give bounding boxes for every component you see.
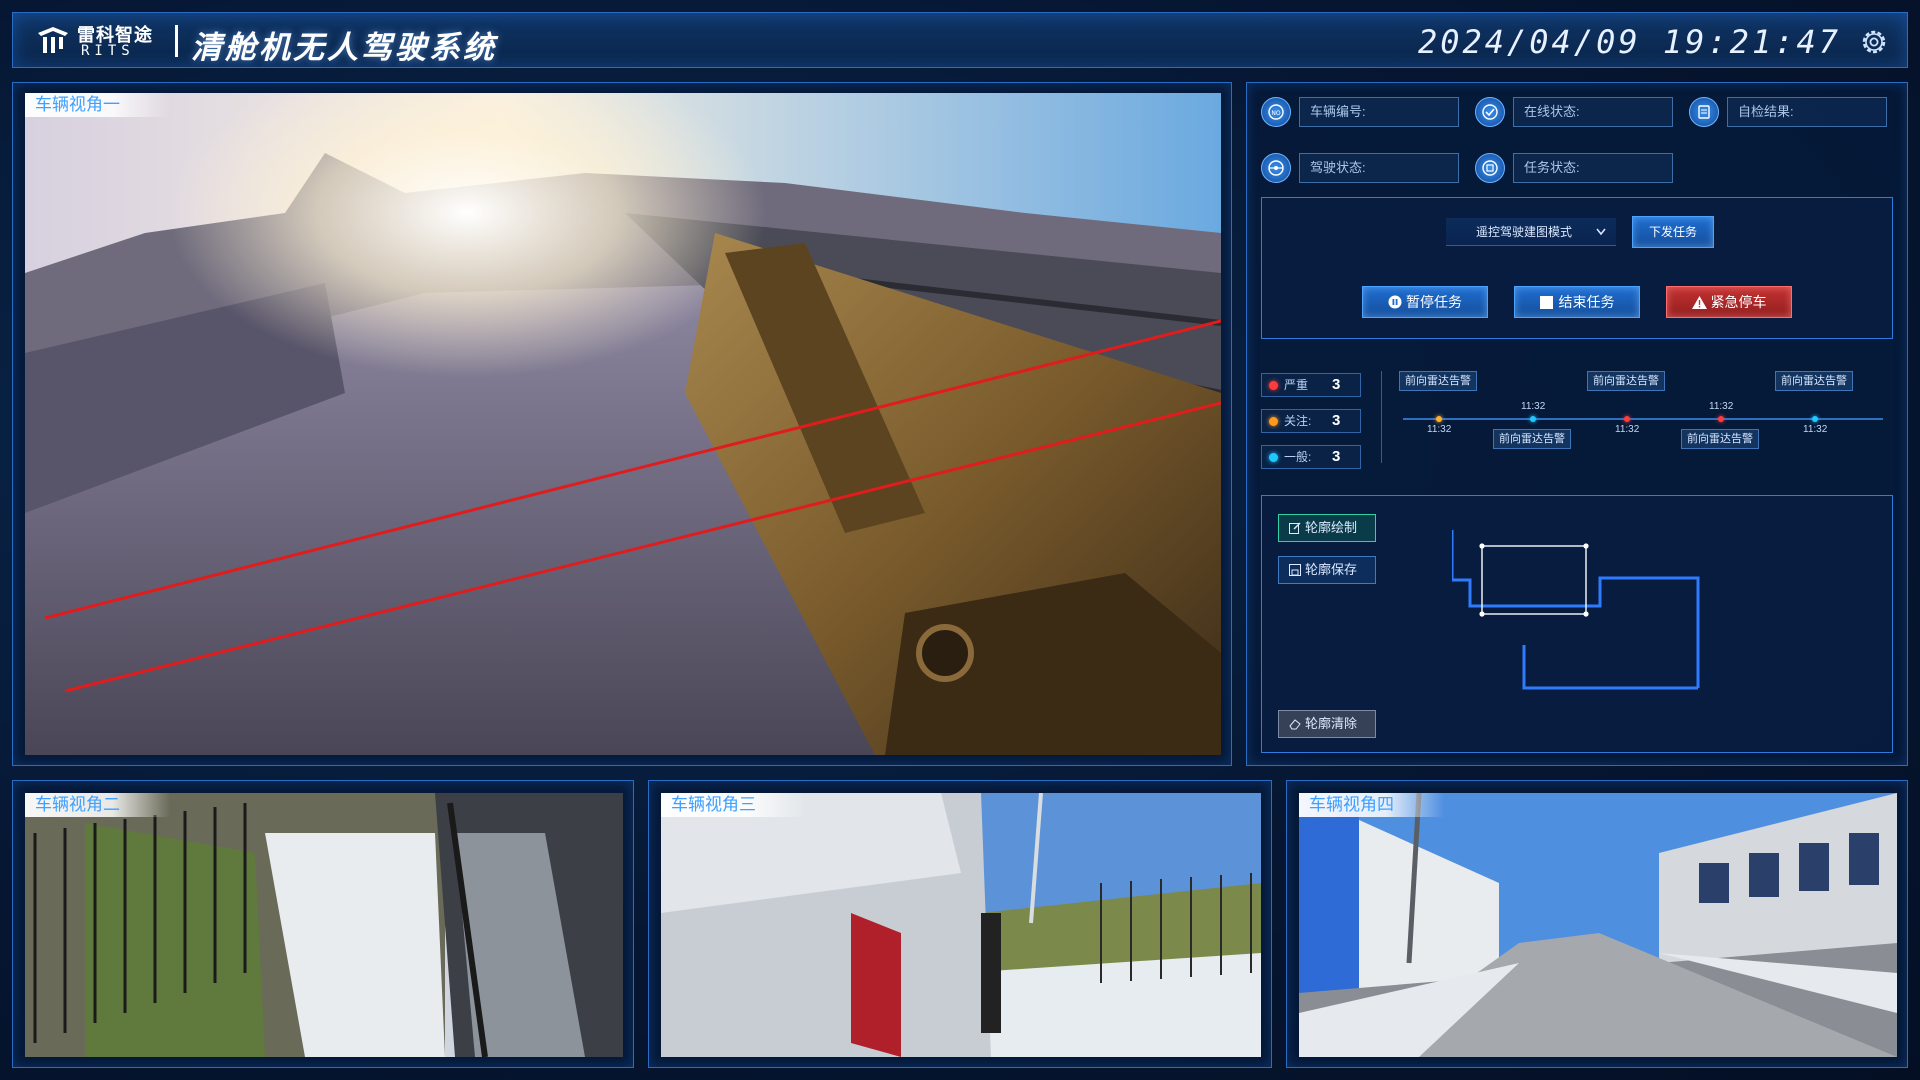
alarm-level-label: 关注: [1284, 414, 1312, 428]
self-check-icon [1689, 97, 1719, 127]
alarm-level-label: 严重 [1284, 378, 1309, 392]
contour-save-label: 轮廓保存 [1305, 562, 1358, 577]
contour-clear-label: 轮廓清除 [1305, 716, 1358, 731]
chevron-down-icon [1596, 228, 1606, 236]
contour-box: 轮廓绘制 轮廓保存 轮廓清除 [1261, 495, 1893, 753]
end-task-button[interactable]: 结束任务 [1514, 286, 1640, 318]
timeline-time: 11:32 [1709, 401, 1734, 412]
selection-handle[interactable] [1583, 611, 1589, 617]
logo-text-en: RITS [81, 43, 135, 59]
svg-text:NO: NO [1271, 110, 1280, 117]
camera-image-2 [25, 793, 623, 1057]
selection-handle[interactable] [1583, 543, 1589, 549]
contour-canvas[interactable] [1452, 530, 1762, 740]
mode-dropdown-value: 遥控驾驶建图模式 [1476, 225, 1573, 239]
task-status-field: 任务状态: [1513, 153, 1673, 183]
dispatch-task-button[interactable]: 下发任务 [1632, 216, 1714, 248]
camera-feed-3[interactable]: 车辆视角三 [661, 793, 1261, 1057]
selection-handle[interactable] [1479, 611, 1485, 617]
timeline-time: 11:32 [1427, 424, 1452, 435]
alarm-level-count: 3 [1332, 412, 1341, 429]
alarm-level-item[interactable]: 一般: 3 [1261, 445, 1361, 469]
task-control-box: 遥控驾驶建图模式 下发任务 暂停任务 结束任务 紧急停车 [1261, 197, 1893, 339]
timeline-time: 11:32 [1521, 401, 1546, 412]
alarm-level-dot [1269, 453, 1278, 462]
top-header-bar: 雷科智途 RITS 清舱机无人驾驶系统 2024/04/09 19:21:47 [12, 12, 1908, 68]
steering-wheel-icon [1261, 153, 1291, 183]
emergency-stop-button[interactable]: 紧急停车 [1666, 286, 1792, 318]
alarm-level-item[interactable]: 严重 3 [1261, 373, 1361, 397]
contour-path-upper [1452, 530, 1700, 688]
edit-icon [1289, 522, 1301, 534]
timeline-dot [1812, 416, 1818, 422]
main-camera-image [25, 93, 1221, 755]
timeline-time: 11:32 [1615, 424, 1640, 435]
task-status-icon [1475, 153, 1505, 183]
timeline-alarm-tag[interactable]: 前向雷达告警 [1775, 371, 1853, 391]
camera-image-4 [1299, 793, 1897, 1057]
camera-feed-4[interactable]: 车辆视角四 [1299, 793, 1897, 1057]
timeline-dot [1718, 416, 1724, 422]
timeline-alarm-tag[interactable]: 前向雷达告警 [1681, 429, 1759, 449]
datetime-display: 2024/04/09 19:21:47 [1417, 23, 1841, 61]
camera-panel-4: 车辆视角四 [1286, 780, 1908, 1068]
selection-rect[interactable] [1481, 545, 1587, 615]
warning-icon [1691, 296, 1707, 309]
vehicle-number-field: 车辆编号: [1299, 97, 1459, 127]
logo-divider [175, 25, 178, 57]
alarm-timeline: 前向雷达告警 11:32 前向雷达告警 11:32 前向雷达告警 11:32 前向雷达告警 1… [1399, 369, 1883, 459]
main-camera-feed[interactable]: 车辆视角一 [25, 93, 1221, 755]
pause-task-button[interactable]: 暂停任务 [1362, 286, 1488, 318]
timeline-dot [1624, 416, 1630, 422]
timeline-alarm-tag[interactable]: 前向雷达告警 [1493, 429, 1571, 449]
alarm-divider [1381, 371, 1382, 463]
camera-label-4: 车辆视角四 [1299, 793, 1444, 817]
alarm-level-label: 一般: [1284, 450, 1312, 464]
contour-save-button[interactable]: 轮廓保存 [1278, 556, 1376, 584]
save-icon [1289, 564, 1301, 576]
camera-panel-2: 车辆视角二 [12, 780, 634, 1068]
self-check-field: 自检结果: [1727, 97, 1887, 127]
contour-draw-label: 轮廓绘制 [1305, 520, 1358, 535]
alarm-level-count: 3 [1332, 376, 1341, 393]
contour-draw-button[interactable]: 轮廓绘制 [1278, 514, 1376, 542]
alarm-level-count: 3 [1332, 448, 1341, 465]
drive-status-field: 驾驶状态: [1299, 153, 1459, 183]
app-title: 清舱机无人驾驶系统 [191, 30, 497, 65]
camera-label-3: 车辆视角三 [661, 793, 806, 817]
vehicle-number-icon: NO [1261, 97, 1291, 127]
end-task-label: 结束任务 [1558, 294, 1615, 310]
rits-logo-icon [38, 27, 68, 53]
camera-feed-2[interactable]: 车辆视角二 [25, 793, 623, 1057]
pause-task-label: 暂停任务 [1406, 294, 1462, 310]
alarm-level-dot [1269, 417, 1278, 426]
timeline-dot [1530, 416, 1536, 422]
camera-panel-3: 车辆视角三 [648, 780, 1272, 1068]
gear-icon[interactable] [1859, 27, 1889, 57]
contour-path-lower [1522, 645, 1698, 690]
pause-icon [1388, 295, 1402, 309]
control-panel: NO 车辆编号: 在线状态: 自检结果: 驾驶状态: 任务状态: 遥控驾驶建图模… [1246, 82, 1908, 766]
timeline-alarm-tag[interactable]: 前向雷达告警 [1587, 371, 1665, 391]
mode-dropdown[interactable]: 遥控驾驶建图模式 [1446, 218, 1616, 246]
selection-handle[interactable] [1479, 543, 1485, 549]
alarm-level-dot [1269, 381, 1278, 390]
main-camera-panel: 车辆视角一 [12, 82, 1232, 766]
emergency-stop-label: 紧急停车 [1710, 294, 1767, 310]
timeline-axis [1403, 418, 1883, 420]
stop-square-icon [1539, 296, 1553, 309]
timeline-dot [1436, 416, 1442, 422]
eraser-icon [1289, 719, 1301, 730]
camera-label-main: 车辆视角一 [25, 93, 170, 117]
online-status-field: 在线状态: [1513, 97, 1673, 127]
timeline-time: 11:32 [1803, 424, 1828, 435]
alarm-level-item[interactable]: 关注: 3 [1261, 409, 1361, 433]
timeline-alarm-tag[interactable]: 前向雷达告警 [1399, 371, 1477, 391]
contour-clear-button[interactable]: 轮廓清除 [1278, 710, 1376, 738]
camera-image-3 [661, 793, 1261, 1057]
online-status-icon [1475, 97, 1505, 127]
camera-label-2: 车辆视角二 [25, 793, 170, 817]
